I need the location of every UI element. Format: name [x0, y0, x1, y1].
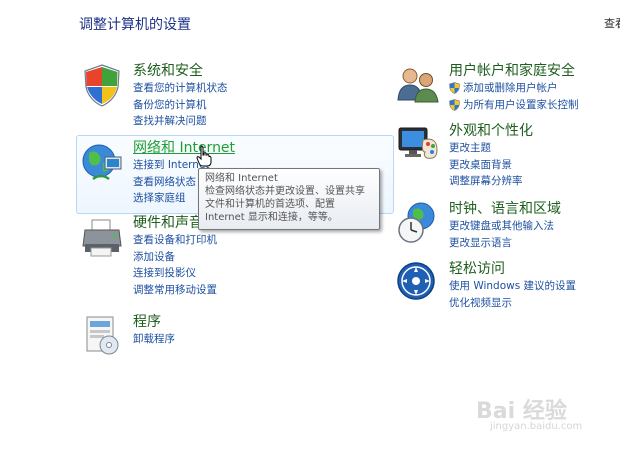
link-label: 为所有用户设置家长控制 — [463, 98, 579, 111]
uac-shield-icon — [449, 98, 460, 111]
tooltip-line: Internet 显示和连接，等等。 — [205, 212, 338, 223]
category-title[interactable]: 用户帐户和家庭安全 — [449, 62, 579, 80]
link-devices-printers[interactable]: 查看设备和打印机 — [133, 232, 217, 249]
link-change-theme[interactable]: 更改主题 — [449, 140, 533, 157]
users-icon — [397, 68, 439, 103]
link-add-device[interactable]: 添加设备 — [133, 249, 217, 266]
link-display-language[interactable]: 更改显示语言 — [449, 235, 561, 252]
printer-icon — [82, 219, 122, 257]
link-backup[interactable]: 备份您的计算机 — [133, 97, 228, 114]
monitor-palette-icon — [398, 127, 438, 159]
hand-cursor-icon — [196, 145, 212, 167]
link-parental-controls[interactable]: 为所有用户设置家长控制 — [449, 97, 579, 114]
link-add-remove-users[interactable]: 添加或删除用户帐户 — [449, 80, 579, 97]
link-keyboard-input[interactable]: 更改键盘或其他输入法 — [449, 218, 561, 235]
link-label: 添加或删除用户帐户 — [463, 82, 558, 94]
link-uninstall-program[interactable]: 卸载程序 — [133, 331, 175, 348]
watermark-url: jingyan.baidu.com — [490, 421, 583, 432]
link-projector[interactable]: 连接到投影仪 — [133, 265, 217, 282]
network-globe-icon — [82, 144, 122, 181]
category-title[interactable]: 网络和 Internet — [133, 139, 235, 157]
link-view-status[interactable]: 查看您的计算机状态 — [133, 80, 228, 97]
page-title: 调整计算机的设置 — [79, 17, 191, 33]
tooltip-line: 检查网络状态并更改设置、设置共享 — [205, 186, 365, 197]
link-recommended-settings[interactable]: 使用 Windows 建议的设置 — [449, 278, 576, 295]
tooltip: 网络和 Internet 检查网络状态并更改设置、设置共享 文件和计算机的首选项… — [198, 168, 380, 230]
programs-icon — [86, 316, 119, 355]
link-screen-resolution[interactable]: 调整屏幕分辨率 — [449, 173, 533, 190]
clock-globe-icon — [398, 202, 435, 243]
tooltip-line: 文件和计算机的首选项、配置 — [205, 199, 335, 210]
tooltip-title: 网络和 Internet — [205, 173, 278, 184]
ease-of-access-icon — [397, 262, 435, 300]
category-title[interactable]: 外观和个性化 — [449, 122, 533, 140]
shield-flag-icon — [84, 64, 120, 107]
category-title[interactable]: 系统和安全 — [133, 62, 228, 80]
link-optimize-display[interactable]: 优化视频显示 — [449, 295, 576, 312]
category-title[interactable]: 轻松访问 — [449, 260, 576, 278]
link-mobility-settings[interactable]: 调整常用移动设置 — [133, 282, 217, 299]
link-desktop-background[interactable]: 更改桌面背景 — [449, 157, 533, 174]
link-troubleshoot[interactable]: 查找并解决问题 — [133, 113, 228, 130]
category-title[interactable]: 程序 — [133, 313, 175, 331]
category-title[interactable]: 时钟、语言和区域 — [449, 200, 561, 218]
uac-shield-icon — [449, 82, 460, 94]
view-by-label[interactable]: 查看 — [604, 15, 620, 31]
